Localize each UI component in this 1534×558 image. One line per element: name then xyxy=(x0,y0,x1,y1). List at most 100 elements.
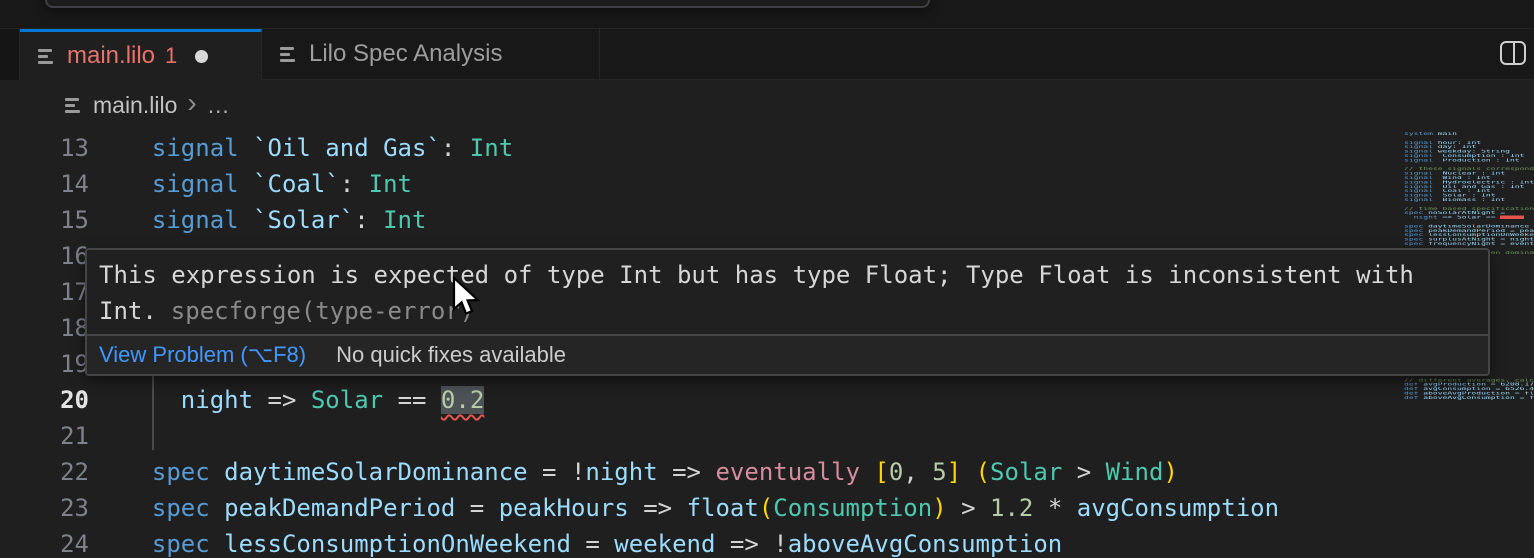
token: => xyxy=(643,494,687,522)
token: : xyxy=(440,134,470,162)
token: : xyxy=(339,170,369,198)
no-quick-fixes-label: No quick fixes available xyxy=(336,342,567,367)
line-number[interactable]: 19 xyxy=(0,346,89,382)
file-lines-icon xyxy=(65,97,81,113)
token: ( xyxy=(975,458,991,486)
token: Solar xyxy=(310,386,398,414)
mouse-cursor-icon xyxy=(452,276,481,316)
token: > xyxy=(946,494,991,522)
hover-status-bar: View Problem (⌥F8) No quick fixes availa… xyxy=(87,334,1488,374)
hover-message-line1: This expression is expected of type Int … xyxy=(99,261,1414,289)
token: = xyxy=(469,494,499,522)
minimap-error-marker xyxy=(1500,215,1525,220)
line-number[interactable]: 21 xyxy=(0,418,89,454)
tab-main-lilo[interactable]: main.lilo 1 xyxy=(20,29,262,80)
file-lines-icon xyxy=(280,46,296,62)
token: => xyxy=(672,458,716,486)
token: == xyxy=(397,386,441,414)
token: ) xyxy=(932,494,947,522)
code-text[interactable]: night => Solar == 0.2 xyxy=(123,382,485,418)
code-line-22[interactable]: 22 spec daytimeSolarDominance = !night =… xyxy=(0,454,1534,490)
vscode-window: main.lilo 1 Lilo Spec Analysis main.lilo… xyxy=(0,0,1534,558)
token: signal xyxy=(123,134,254,162)
split-editor-icon[interactable] xyxy=(1500,41,1526,65)
code-line-20[interactable]: 20 night => Solar == 0.2 xyxy=(0,382,1534,418)
code-line-23[interactable]: 23 spec peakDemandPeriod = peakHours => … xyxy=(0,490,1534,526)
code-line-21[interactable]: 21 xyxy=(0,418,1534,454)
modified-dot-icon xyxy=(195,49,209,63)
token: => ! xyxy=(729,530,788,558)
token: aboveAvgConsumption xyxy=(787,530,1063,558)
code-line-24[interactable]: 24 spec lessConsumptionOnWeekend = weeke… xyxy=(0,526,1534,558)
tab-label: main.lilo xyxy=(67,42,156,69)
tab-lilo-spec-analysis[interactable]: Lilo Spec Analysis xyxy=(262,29,600,80)
code-text[interactable]: spec lessConsumptionOnWeekend = weekend … xyxy=(123,526,1062,558)
token: signal xyxy=(123,206,254,234)
token: night xyxy=(123,386,268,414)
line-number[interactable]: 17 xyxy=(0,274,89,310)
token: signal xyxy=(123,170,254,198)
chevron-right-icon: › xyxy=(187,87,197,118)
code-line-13[interactable]: 13 signal `Oil and Gas`: Int xyxy=(0,130,1534,166)
line-number[interactable]: 23 xyxy=(0,490,89,526)
token: spec xyxy=(123,458,225,486)
line-number[interactable]: 20 xyxy=(0,382,89,418)
line-number[interactable]: 14 xyxy=(0,166,89,202)
token: : xyxy=(354,206,384,234)
token: Consumption xyxy=(773,494,933,522)
token: Solar xyxy=(990,458,1063,486)
token: peakHours xyxy=(498,494,644,522)
error-hover-tooltip: This expression is expected of type Int … xyxy=(85,248,1490,376)
problems-count-badge: 1 xyxy=(165,43,178,68)
token: `Solar` xyxy=(253,206,355,234)
token: = ! xyxy=(542,458,586,486)
code-text[interactable]: spec daytimeSolarDominance = !night => e… xyxy=(123,454,1178,490)
breadcrumb-file[interactable]: main.lilo xyxy=(93,92,177,119)
tab-bar-left-spacer xyxy=(0,29,20,80)
line-number[interactable]: 22 xyxy=(0,454,89,490)
token: 0 xyxy=(888,458,904,486)
minimap-line: spec frequencyNight = eventually [0, 12]… xyxy=(1404,241,1534,246)
code-line-15[interactable]: 15 signal `Solar`: Int xyxy=(0,202,1534,238)
quick-input-box[interactable] xyxy=(45,0,930,8)
token: => xyxy=(267,386,311,414)
line-number[interactable]: 15 xyxy=(0,202,89,238)
token: weekend xyxy=(614,530,730,558)
token: , xyxy=(903,458,933,486)
minimap-line: night => Solar == xyxy=(1404,215,1534,220)
indent-guide xyxy=(152,376,154,450)
code-text[interactable]: signal `Solar`: Int xyxy=(123,202,427,238)
token: ) xyxy=(1163,458,1178,486)
error-token[interactable]: 0.2 xyxy=(440,386,485,414)
breadcrumb-symbol-more[interactable]: … xyxy=(207,92,230,119)
code-text[interactable]: signal `Oil and Gas`: Int xyxy=(123,130,513,166)
token: spec xyxy=(123,530,225,558)
token: * xyxy=(1033,494,1077,522)
line-number[interactable]: 24 xyxy=(0,526,89,558)
tab-label: Lilo Spec Analysis xyxy=(309,40,503,67)
line-number[interactable]: 18 xyxy=(0,310,89,346)
token: > xyxy=(1062,458,1106,486)
token: Int xyxy=(469,134,514,162)
token: `Coal` xyxy=(253,170,340,198)
token: [ xyxy=(874,458,889,486)
token: = xyxy=(585,530,615,558)
code-line-14[interactable]: 14 signal `Coal`: Int xyxy=(0,166,1534,202)
code-text[interactable]: spec peakDemandPeriod = peakHours => flo… xyxy=(123,490,1279,526)
hover-error-source: specforge(type-error) xyxy=(170,297,475,325)
token: eventually xyxy=(715,458,875,486)
editor-tab-bar: main.lilo 1 Lilo Spec Analysis xyxy=(0,28,1534,80)
code-text[interactable]: signal `Coal`: Int xyxy=(123,166,412,202)
view-problem-link[interactable]: View Problem (⌥F8) xyxy=(99,342,306,368)
token: ] xyxy=(946,458,962,486)
hover-message: This expression is expected of type Int … xyxy=(87,250,1488,329)
line-number[interactable]: 13 xyxy=(0,130,89,166)
token: Wind xyxy=(1105,458,1164,486)
token: ( xyxy=(758,494,774,522)
token: 5 xyxy=(932,458,947,486)
token: 1.2 xyxy=(990,494,1034,522)
line-number[interactable]: 16 xyxy=(0,238,89,274)
token: `Oil and Gas` xyxy=(253,134,441,162)
minimap-line: signal `Production`: Int xyxy=(1404,158,1520,163)
